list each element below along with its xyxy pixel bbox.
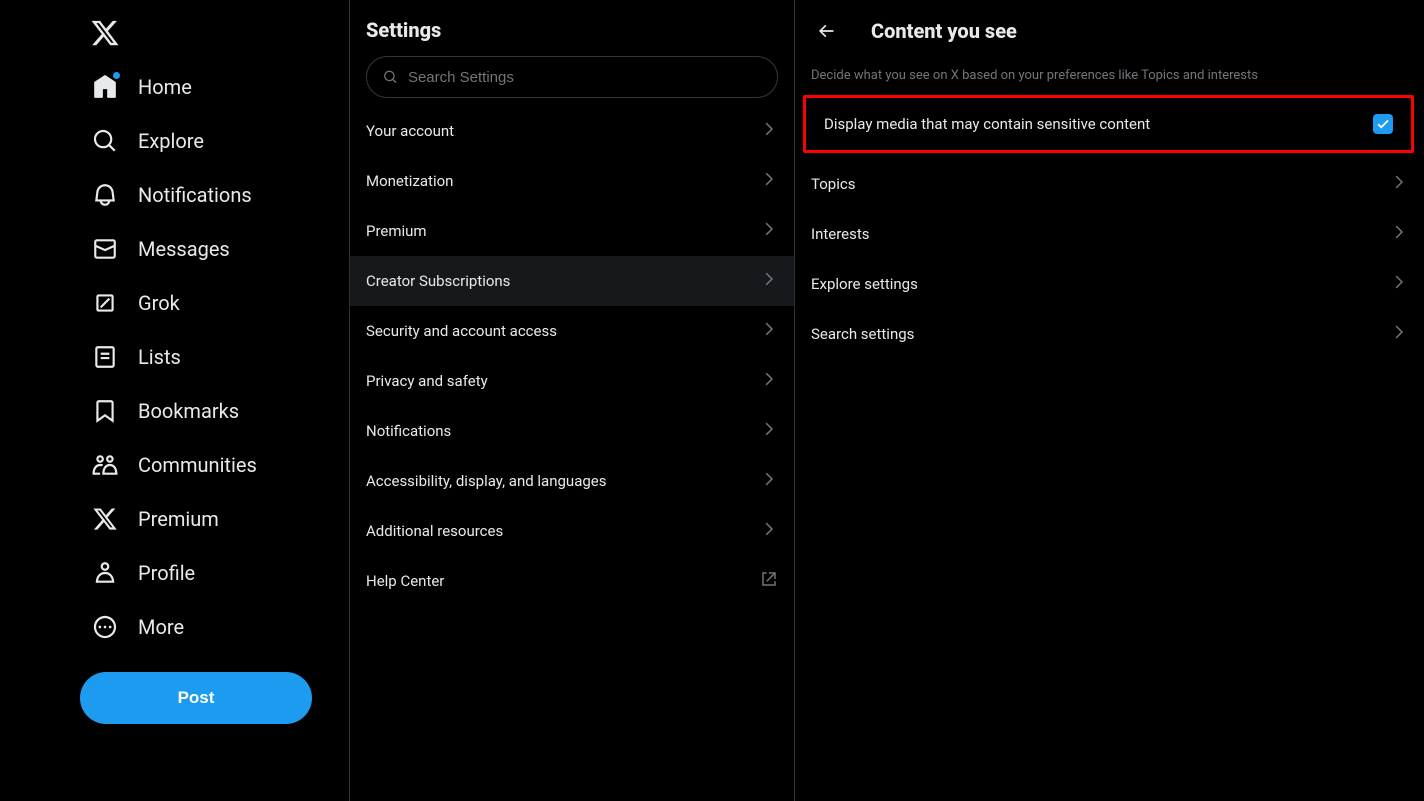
nav-label: Lists — [138, 345, 181, 369]
sensitive-content-toggle-row[interactable]: Display media that may contain sensitive… — [808, 100, 1409, 148]
nav-explore[interactable]: Explore — [80, 116, 349, 166]
chevron-right-icon — [760, 470, 778, 492]
detail-item-label: Search settings — [811, 325, 914, 343]
nav-notifications[interactable]: Notifications — [80, 170, 349, 220]
settings-item-additional-resources[interactable]: Additional resources — [350, 506, 794, 556]
chevron-right-icon — [760, 270, 778, 292]
detail-item-label: Interests — [811, 225, 870, 243]
chevron-right-icon — [760, 320, 778, 342]
nav-label: Home — [138, 75, 192, 99]
chevron-right-icon — [760, 370, 778, 392]
detail-item-explore-settings[interactable]: Explore settings — [795, 259, 1424, 309]
nav-label: Premium — [138, 507, 219, 531]
nav-messages[interactable]: Messages — [80, 224, 349, 274]
nav-label: More — [138, 615, 184, 639]
envelope-icon — [92, 236, 118, 262]
settings-item-label: Privacy and safety — [366, 372, 488, 390]
nav-grok[interactable]: Grok — [80, 278, 349, 328]
nav-label: Communities — [138, 453, 257, 477]
chevron-right-icon — [1390, 173, 1408, 195]
settings-item-creator-subscriptions[interactable]: Creator Subscriptions — [350, 256, 794, 306]
settings-item-label: Notifications — [366, 422, 451, 440]
detail-item-interests[interactable]: Interests — [795, 209, 1424, 259]
nav-label: Explore — [138, 129, 204, 153]
detail-item-label: Topics — [811, 175, 855, 193]
grok-icon — [92, 290, 118, 316]
settings-item-premium[interactable]: Premium — [350, 206, 794, 256]
premium-icon — [92, 506, 118, 532]
settings-item-label: Premium — [366, 222, 427, 240]
highlight-annotation: Display media that may contain sensitive… — [803, 95, 1414, 153]
nav-premium[interactable]: Premium — [80, 494, 349, 544]
settings-item-your-account[interactable]: Your account — [350, 106, 794, 156]
sensitive-content-checkbox[interactable] — [1373, 114, 1393, 134]
detail-subtitle: Decide what you see on X based on your p… — [795, 58, 1424, 95]
chevron-right-icon — [1390, 223, 1408, 245]
back-button[interactable] — [809, 14, 843, 48]
x-logo[interactable] — [80, 8, 130, 58]
bell-icon — [92, 182, 118, 208]
bookmark-icon — [92, 398, 118, 424]
lists-icon — [92, 344, 118, 370]
nav-label: Grok — [138, 291, 180, 315]
nav-profile[interactable]: Profile — [80, 548, 349, 598]
nav-label: Messages — [138, 237, 230, 261]
nav-home[interactable]: Home — [80, 62, 349, 112]
nav-label: Notifications — [138, 183, 252, 207]
chevron-right-icon — [1390, 323, 1408, 345]
arrow-left-icon — [816, 21, 836, 41]
chevron-right-icon — [760, 120, 778, 142]
external-link-icon — [760, 570, 778, 592]
detail-item-search-settings[interactable]: Search settings — [795, 309, 1424, 359]
post-button[interactable]: Post — [80, 672, 312, 724]
chevron-right-icon — [760, 420, 778, 442]
nav-label: Bookmarks — [138, 399, 239, 423]
nav-lists[interactable]: Lists — [80, 332, 349, 382]
settings-item-notifications[interactable]: Notifications — [350, 406, 794, 456]
settings-item-label: Security and account access — [366, 322, 557, 340]
search-icon — [92, 128, 118, 154]
left-navigation: Home Explore Notifications Messages Grok — [0, 0, 350, 801]
sensitive-content-label: Display media that may contain sensitive… — [824, 115, 1150, 133]
nav-communities[interactable]: Communities — [80, 440, 349, 490]
notification-dot — [113, 72, 120, 79]
detail-title: Content you see — [871, 19, 1017, 43]
settings-item-label: Creator Subscriptions — [366, 272, 510, 290]
profile-icon — [92, 560, 118, 586]
settings-item-label: Help Center — [366, 572, 444, 590]
home-icon — [92, 74, 118, 100]
detail-item-topics[interactable]: Topics — [795, 159, 1424, 209]
chevron-right-icon — [760, 170, 778, 192]
settings-item-label: Your account — [366, 122, 454, 140]
nav-bookmarks[interactable]: Bookmarks — [80, 386, 349, 436]
settings-item-monetization[interactable]: Monetization — [350, 156, 794, 206]
settings-item-accessibility-display-and-languages[interactable]: Accessibility, display, and languages — [350, 456, 794, 506]
settings-column: Settings Your account Monetization Premium… — [350, 0, 795, 801]
more-icon — [92, 614, 118, 640]
settings-title: Settings — [350, 8, 794, 56]
settings-item-label: Monetization — [366, 172, 453, 190]
settings-search[interactable] — [366, 56, 778, 98]
settings-item-privacy-and-safety[interactable]: Privacy and safety — [350, 356, 794, 406]
check-icon — [1376, 117, 1390, 131]
chevron-right-icon — [760, 520, 778, 542]
settings-item-label: Additional resources — [366, 522, 503, 540]
chevron-right-icon — [760, 220, 778, 242]
settings-item-security-and-account-access[interactable]: Security and account access — [350, 306, 794, 356]
nav-more[interactable]: More — [80, 602, 349, 652]
nav-label: Profile — [138, 561, 195, 585]
detail-column: Content you see Decide what you see on X… — [795, 0, 1424, 801]
settings-item-label: Accessibility, display, and languages — [366, 472, 606, 490]
detail-item-label: Explore settings — [811, 275, 918, 293]
settings-item-help-center[interactable]: Help Center — [350, 556, 794, 606]
chevron-right-icon — [1390, 273, 1408, 295]
communities-icon — [92, 452, 118, 478]
search-icon — [383, 69, 398, 85]
search-input[interactable] — [408, 69, 761, 86]
